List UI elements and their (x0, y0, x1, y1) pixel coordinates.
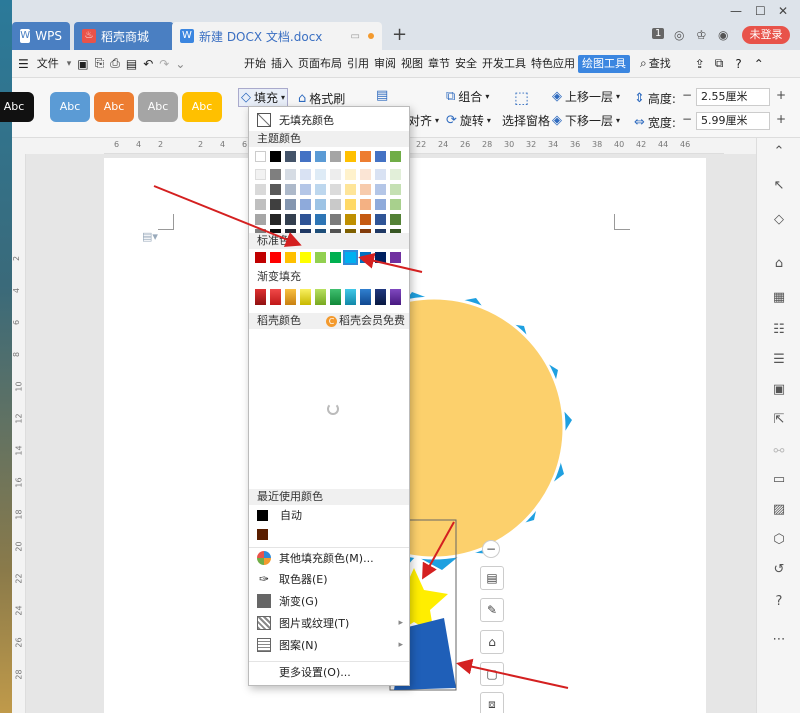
wps-window: — ☐ ✕ W WPS ♨ 稻壳商城 W 新建 DOCX 文档.docx ▭ +… (0, 0, 800, 713)
red-arrow (358, 252, 423, 273)
annotation-arrows (153, 185, 569, 689)
red-arrow (422, 521, 455, 580)
red-arrow (456, 658, 569, 689)
red-arrow (153, 185, 302, 247)
